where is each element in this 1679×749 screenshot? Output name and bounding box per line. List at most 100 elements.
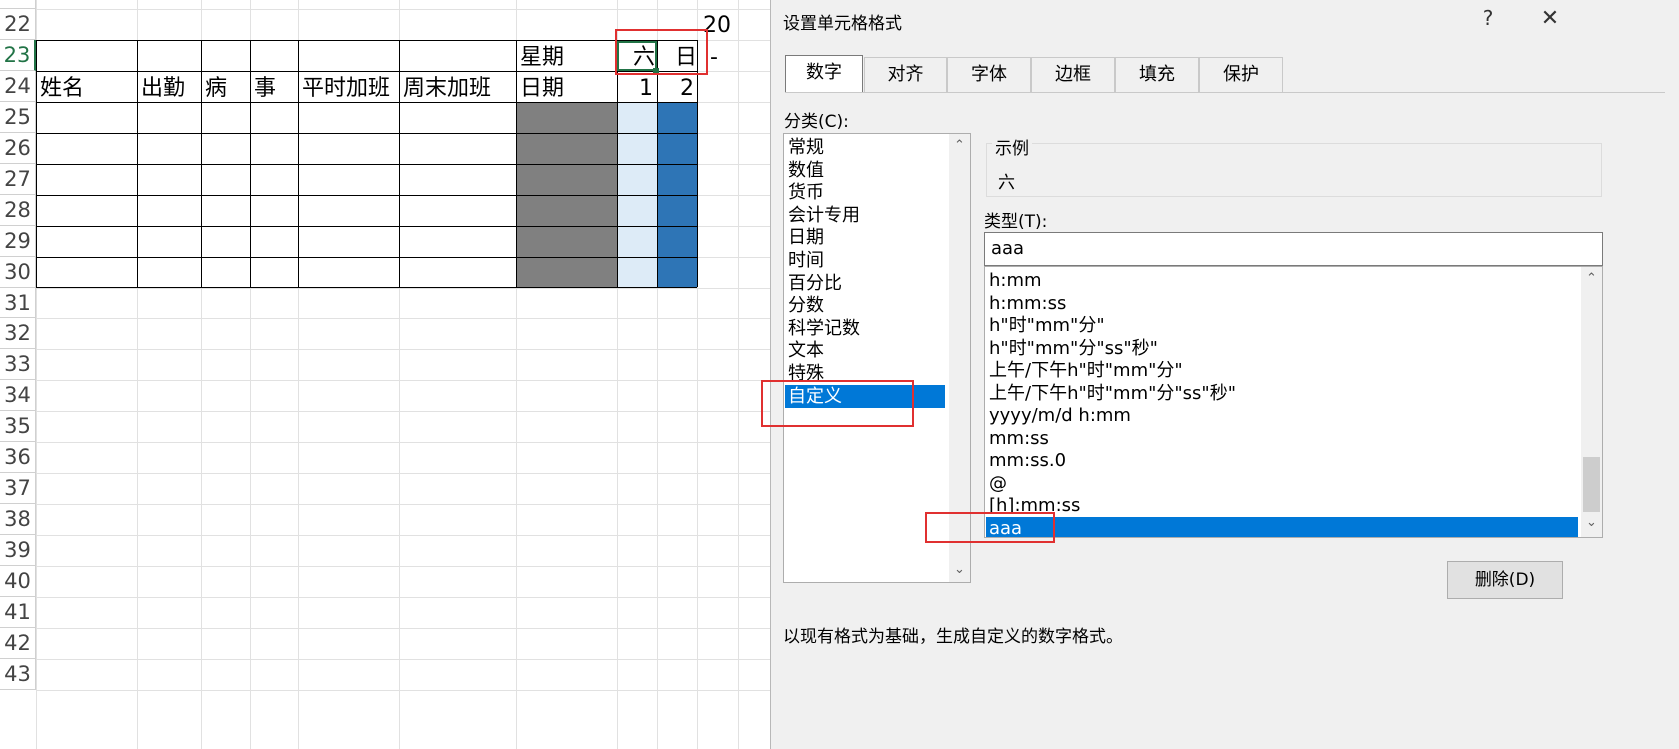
- format-item[interactable]: h"时"mm"分": [989, 314, 1105, 337]
- tab-alignment[interactable]: 对齐: [864, 57, 947, 92]
- category-item[interactable]: 会计专用: [788, 204, 860, 227]
- format-scrollbar[interactable]: ⌃ ⌄: [1581, 267, 1602, 537]
- gridline: [36, 288, 770, 289]
- spreadsheet[interactable]: 2122232425262728293031323334353637383940…: [0, 0, 770, 749]
- row-header-32[interactable]: 32: [0, 318, 36, 349]
- cell-dash-fragment[interactable]: -: [710, 41, 718, 74]
- cell-personal-header[interactable]: 事: [254, 72, 276, 105]
- format-item[interactable]: mm:ss: [989, 427, 1049, 450]
- cell-weekday-label[interactable]: 星期: [520, 41, 564, 74]
- row-header-40[interactable]: 40: [0, 566, 36, 597]
- format-item[interactable]: mm:ss.0: [989, 449, 1066, 472]
- category-item[interactable]: 时间: [788, 249, 824, 272]
- scroll-down-icon[interactable]: ⌄: [1581, 515, 1602, 530]
- row-header-34[interactable]: 34: [0, 380, 36, 411]
- tab-divider: [785, 92, 1665, 93]
- row-header-43[interactable]: 43: [0, 659, 36, 690]
- cell-sick-header[interactable]: 病: [205, 72, 227, 105]
- border-line: [617, 40, 618, 287]
- border-line: [36, 40, 697, 41]
- row-header-39[interactable]: 39: [0, 535, 36, 566]
- border-line: [36, 287, 697, 288]
- category-item[interactable]: 分数: [788, 294, 824, 317]
- format-item[interactable]: h:mm:ss: [989, 292, 1066, 315]
- tab-font[interactable]: 字体: [947, 57, 1031, 92]
- cell-attendance-header[interactable]: 出勤: [141, 72, 185, 105]
- row-header-36[interactable]: 36: [0, 442, 36, 473]
- cell-day2-date[interactable]: 2: [680, 72, 694, 105]
- row-header-33[interactable]: 33: [0, 349, 36, 380]
- cell-weekday-ot-header[interactable]: 平时加班: [302, 72, 390, 105]
- tab-border[interactable]: 边框: [1031, 57, 1115, 92]
- format-item[interactable]: h:mm: [989, 269, 1042, 292]
- format-cells-dialog: 设置单元格格式 ? ✕ 数字 对齐 字体 边框 填充 保护 分类(C): 常规数…: [761, 0, 1679, 749]
- sample-label: 示例: [992, 134, 1032, 159]
- tab-fill[interactable]: 填充: [1115, 57, 1199, 92]
- border-line: [250, 40, 251, 287]
- row-header-27[interactable]: 27: [0, 164, 36, 195]
- category-item[interactable]: 数值: [788, 159, 824, 182]
- dialog-title: 设置单元格格式: [783, 14, 902, 34]
- scroll-down-icon[interactable]: ⌄: [949, 562, 970, 577]
- category-item[interactable]: 科学记数: [788, 317, 860, 340]
- format-item[interactable]: aaa: [986, 516, 1578, 537]
- row-header-25[interactable]: 25: [0, 102, 36, 133]
- cell-weekend-ot-header[interactable]: 周末加班: [403, 72, 491, 105]
- row-header-24[interactable]: 24: [0, 71, 36, 102]
- format-item[interactable]: 上午/下午h"时"mm"分"ss"秒": [989, 382, 1236, 405]
- close-icon[interactable]: ✕: [1535, 6, 1565, 31]
- gridline: [36, 535, 770, 536]
- category-label: 分类(C):: [784, 112, 849, 132]
- type-input[interactable]: aaa: [984, 232, 1603, 266]
- format-item[interactable]: h"时"mm"分"ss"秒": [989, 337, 1158, 360]
- border-line: [36, 164, 697, 165]
- delete-button[interactable]: 删除(D): [1447, 561, 1563, 599]
- scroll-thumb[interactable]: [1583, 457, 1600, 512]
- border-line: [36, 195, 697, 196]
- tab-protection[interactable]: 保护: [1199, 57, 1283, 92]
- highlight-weekday-cells: [615, 29, 708, 75]
- sample-group: [986, 143, 1602, 197]
- scroll-up-icon[interactable]: ⌃: [949, 138, 970, 153]
- row-header-26[interactable]: 26: [0, 133, 36, 164]
- border-line: [137, 40, 138, 287]
- row-header-41[interactable]: 41: [0, 597, 36, 628]
- row-header-29[interactable]: 29: [0, 226, 36, 257]
- category-item[interactable]: 文本: [788, 339, 824, 362]
- row-header-37[interactable]: 37: [0, 473, 36, 504]
- border-line: [657, 40, 658, 287]
- row-header-38[interactable]: 38: [0, 504, 36, 535]
- format-item[interactable]: @: [989, 472, 1007, 495]
- row-header-31[interactable]: 31: [0, 288, 36, 318]
- border-line: [399, 40, 400, 287]
- row-header-42[interactable]: 42: [0, 628, 36, 659]
- cell-date-label[interactable]: 日期: [520, 72, 564, 105]
- row-header-28[interactable]: 28: [0, 195, 36, 226]
- cell-day1-date[interactable]: 1: [639, 72, 653, 105]
- category-item[interactable]: 货币: [788, 181, 824, 204]
- row-header-30[interactable]: 30: [0, 257, 36, 288]
- border-line: [36, 226, 697, 227]
- scroll-up-icon[interactable]: ⌃: [1581, 271, 1602, 286]
- format-list[interactable]: h:mm h:mm:ss h"时"mm"分" h"时"mm"分"ss"秒" 上午/下午h…: [984, 266, 1603, 538]
- format-item[interactable]: 上午/下午h"时"mm"分": [989, 359, 1183, 382]
- tab-number[interactable]: 数字: [785, 55, 863, 92]
- gridline: [36, 442, 770, 443]
- type-label: 类型(T):: [984, 212, 1048, 232]
- gridline: [36, 380, 770, 381]
- row-header-35[interactable]: 35: [0, 411, 36, 442]
- category-item[interactable]: 日期: [788, 226, 824, 249]
- gridline: [36, 9, 770, 10]
- gridline: [36, 411, 770, 412]
- category-item[interactable]: 常规: [788, 136, 824, 159]
- border-line: [36, 257, 697, 258]
- gridline: [36, 473, 770, 474]
- category-item[interactable]: 百分比: [788, 272, 842, 295]
- format-item[interactable]: yyyy/m/d h:mm: [989, 404, 1131, 427]
- cell-name-header[interactable]: 姓名: [40, 72, 84, 105]
- gridline: [36, 504, 770, 505]
- row-header-21[interactable]: 21: [0, 0, 36, 9]
- help-button[interactable]: ?: [1473, 6, 1503, 30]
- row-header-23[interactable]: 23: [0, 40, 36, 71]
- row-header-22[interactable]: 22: [0, 9, 36, 40]
